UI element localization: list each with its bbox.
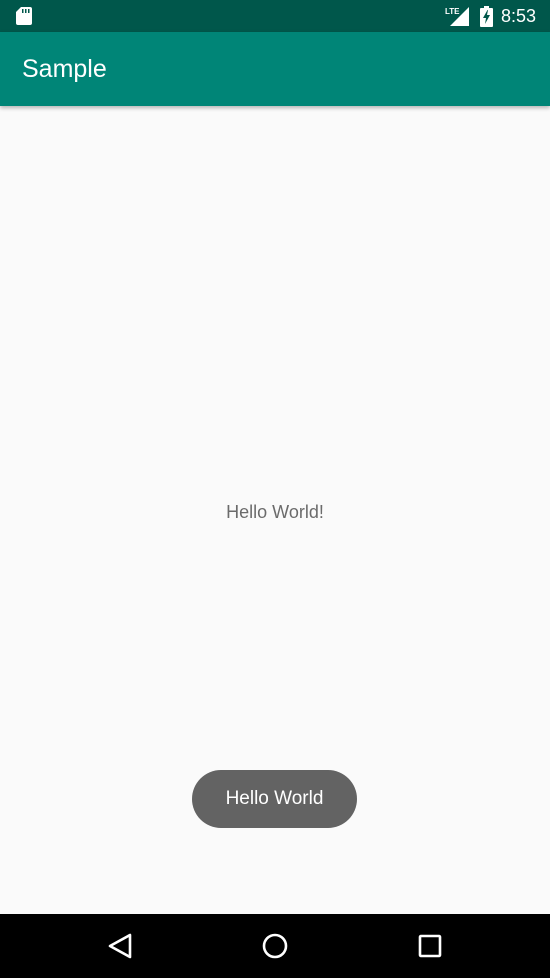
home-icon[interactable]	[257, 928, 293, 964]
sd-card-icon	[16, 7, 32, 25]
hello-world-text: Hello World!	[226, 502, 324, 522]
app-screen: LTE 8:53 Sample Hello World! Hello World	[0, 0, 550, 978]
network-type-label: LTE	[445, 7, 460, 16]
app-bar: Sample	[0, 32, 550, 106]
toast-message: Hello World	[192, 770, 357, 828]
status-bar: LTE 8:53	[0, 0, 550, 32]
recents-icon[interactable]	[412, 928, 448, 964]
back-icon[interactable]	[102, 928, 138, 964]
lte-signal-icon: LTE	[445, 7, 469, 26]
app-bar-title: Sample	[22, 55, 107, 83]
navigation-bar	[0, 914, 550, 978]
status-clock: 8:53	[501, 6, 537, 26]
battery-charging-icon	[480, 6, 493, 27]
